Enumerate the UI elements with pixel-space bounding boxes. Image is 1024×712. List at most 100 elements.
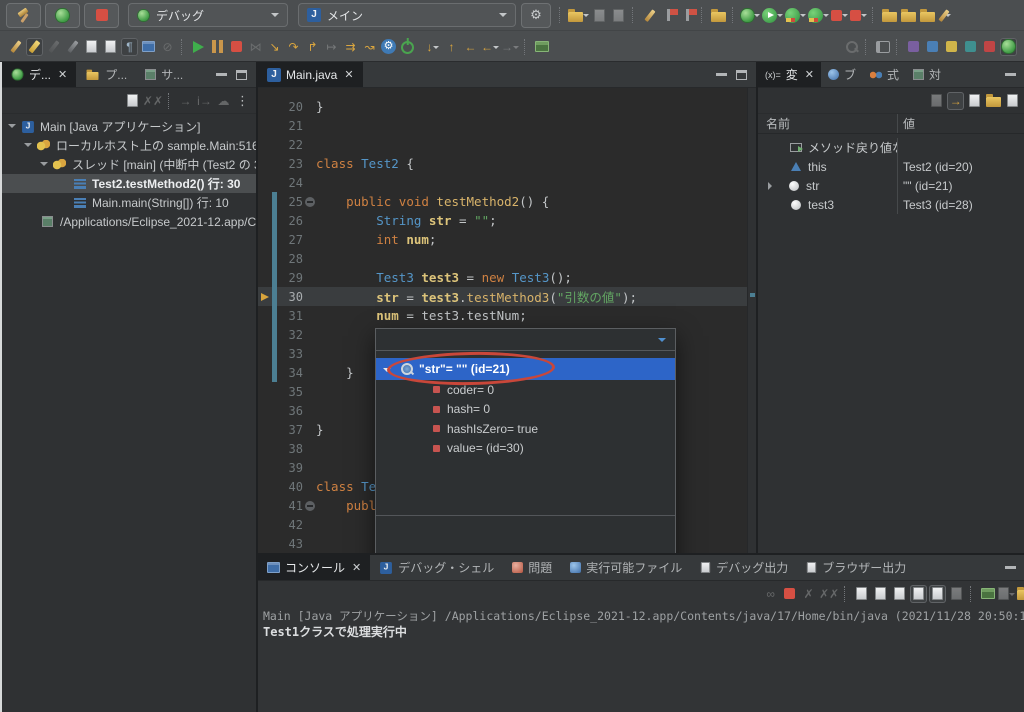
highlighter-button[interactable] — [26, 38, 43, 56]
show-source-button[interactable] — [102, 38, 119, 56]
show-type-names-button[interactable] — [928, 92, 945, 110]
close-icon[interactable]: ✕ — [805, 68, 814, 81]
popup-field-row[interactable]: hash= 0 — [376, 400, 675, 420]
tab-project-explorer[interactable]: プ... — [76, 62, 136, 87]
step-into-selection-button[interactable]: i→ — [196, 92, 213, 110]
save-all-button[interactable] — [610, 6, 627, 24]
new-wizard-button[interactable] — [568, 6, 589, 24]
clear-console-button[interactable] — [853, 585, 870, 603]
close-icon[interactable]: ✕ — [352, 561, 361, 574]
refresh-file-button[interactable] — [83, 38, 100, 56]
code-line-28[interactable]: 28 — [258, 249, 756, 268]
chevron-down-icon[interactable] — [40, 162, 48, 170]
java-pen-button[interactable] — [7, 38, 24, 56]
collapse-all-button[interactable] — [966, 92, 983, 110]
open-debug-resource-button[interactable] — [710, 6, 727, 24]
close-icon[interactable]: ✕ — [58, 68, 67, 81]
coverage-button[interactable] — [785, 6, 806, 24]
variable-row-return[interactable]: メソッド戻り値なし — [758, 138, 1024, 157]
maximize-icon[interactable] — [736, 70, 747, 80]
no-op-button[interactable]: ⊘ — [159, 38, 176, 56]
tab-executables[interactable]: 実行可能ファイル — [561, 555, 691, 580]
debug-settings-button[interactable]: ⚙ — [380, 38, 397, 56]
tab-debug[interactable]: デ... ✕ — [2, 62, 76, 87]
variable-row-this[interactable]: this Test2 (id=20) — [758, 157, 1024, 176]
tab-variables[interactable]: (x)= 変 ✕ — [758, 62, 821, 87]
column-value[interactable]: 値 — [898, 115, 1024, 132]
tab-browser-output[interactable]: ブラウザー出力 — [797, 555, 915, 580]
open-launch-config-button[interactable] — [979, 585, 996, 603]
drop-to-frame-button[interactable]: ⇉ — [342, 38, 359, 56]
tree-item-thread[interactable]: スレッド [main] (中断中 (Test2 の 30 — [2, 155, 256, 174]
fold-marker-icon[interactable] — [305, 501, 315, 511]
step-return-button[interactable]: ↱ — [304, 38, 321, 56]
perspective-ruby-button[interactable] — [981, 38, 998, 56]
search-button[interactable] — [843, 38, 860, 56]
perspective-python-button[interactable] — [943, 38, 960, 56]
tab-debug-shell[interactable]: J デバッグ・シェル — [370, 555, 503, 580]
tab-breakpoints[interactable]: ブ — [821, 62, 863, 87]
disconnect-button[interactable]: ⋈ — [247, 38, 264, 56]
terminate-console-button[interactable] — [781, 585, 798, 603]
show-logical-structure-button[interactable]: → — [947, 92, 964, 110]
tab-console[interactable]: コンソール ✕ — [258, 555, 370, 580]
popup-field-row[interactable]: hashIsZero= true — [376, 419, 675, 439]
display-selected-console-button[interactable] — [998, 585, 1015, 603]
perspective-web-button[interactable] — [924, 38, 941, 56]
coverage-as-button[interactable] — [808, 6, 829, 24]
perspective-debug-button[interactable] — [1000, 38, 1017, 56]
show-stderr-button[interactable] — [929, 585, 946, 603]
perspective-database-button[interactable] — [905, 38, 922, 56]
editor-body[interactable]: 20}212223class Test2 {2425 public void t… — [258, 88, 756, 553]
collapse-all-button[interactable] — [124, 92, 141, 110]
forward-history-button[interactable]: → — [501, 38, 519, 56]
stop-button[interactable] — [84, 3, 119, 28]
debug-last-launched-button[interactable] — [741, 6, 760, 24]
chevron-down-icon[interactable] — [383, 368, 391, 376]
step-into-button[interactable]: ↘ — [266, 38, 283, 56]
code-line-22[interactable]: 22 — [258, 135, 756, 154]
minimize-icon[interactable] — [1005, 566, 1016, 569]
launch-config-combo[interactable]: デバッグ — [128, 3, 288, 27]
tab-main-java[interactable]: J Main.java ✕ — [258, 62, 363, 87]
minimize-icon[interactable] — [716, 73, 727, 76]
tab-servers[interactable]: サ... — [136, 62, 192, 87]
code-line-24[interactable]: 24 — [258, 173, 756, 192]
smart-insert-button[interactable] — [45, 38, 62, 56]
main-config-combo[interactable]: J メイン — [298, 3, 516, 27]
popup-combo[interactable] — [376, 329, 675, 351]
tab-problems[interactable]: 問題 — [503, 555, 561, 580]
save-button[interactable] — [591, 6, 608, 24]
next-annotation-button[interactable]: ↓ — [424, 38, 441, 56]
code-line-25[interactable]: 25 public void testMethod2() { — [258, 192, 756, 211]
tree-item-vm[interactable]: ローカルホスト上の sample.Main:51605 — [2, 136, 256, 155]
remove-launch-button[interactable]: ✗ — [800, 585, 817, 603]
scroll-lock-button[interactable] — [872, 585, 889, 603]
build-button[interactable] — [6, 3, 41, 28]
open-perspective-button[interactable] — [874, 38, 891, 56]
terminate-relaunch-button[interactable] — [850, 6, 867, 24]
view-menu-button[interactable]: ⋮ — [234, 92, 251, 110]
remove-all-terminated-button[interactable]: ✗✗ — [143, 92, 163, 110]
popup-field-row[interactable]: value= (id=30) — [376, 439, 675, 459]
step-over-button[interactable]: ↷ — [285, 38, 302, 56]
resume-button[interactable] — [190, 38, 207, 56]
add-task-button[interactable] — [679, 6, 696, 24]
code-line-26[interactable]: 26 String str = ""; — [258, 211, 756, 230]
convert-marks-button[interactable] — [641, 6, 658, 24]
remove-all-launches-button[interactable]: ✗✗ — [819, 585, 839, 603]
fold-marker-icon[interactable] — [305, 197, 315, 207]
step-instruction-button[interactable]: ↦ — [323, 38, 340, 56]
tab-expressions[interactable]: 式 — [863, 62, 906, 87]
previous-annotation-button[interactable]: ↑ — [443, 38, 460, 56]
run-last-launched-button[interactable] — [762, 6, 783, 24]
popup-root-row[interactable]: "str"= "" (id=21) — [376, 358, 675, 380]
tab-debug-output[interactable]: デバッグ出力 — [691, 555, 797, 580]
tree-item-stackframe-main[interactable]: Main.main(String[]) 行: 10 — [2, 193, 256, 212]
launch-settings-button[interactable]: ⚙ — [521, 3, 551, 28]
chevron-right-icon[interactable] — [768, 182, 776, 190]
follow-link-button[interactable]: ∞ — [762, 585, 779, 603]
code-line-29[interactable]: 29 Test3 test3 = new Test3(); — [258, 268, 756, 287]
collapse-stack-button[interactable]: ☁ — [215, 92, 232, 110]
suspend-button[interactable] — [209, 38, 226, 56]
